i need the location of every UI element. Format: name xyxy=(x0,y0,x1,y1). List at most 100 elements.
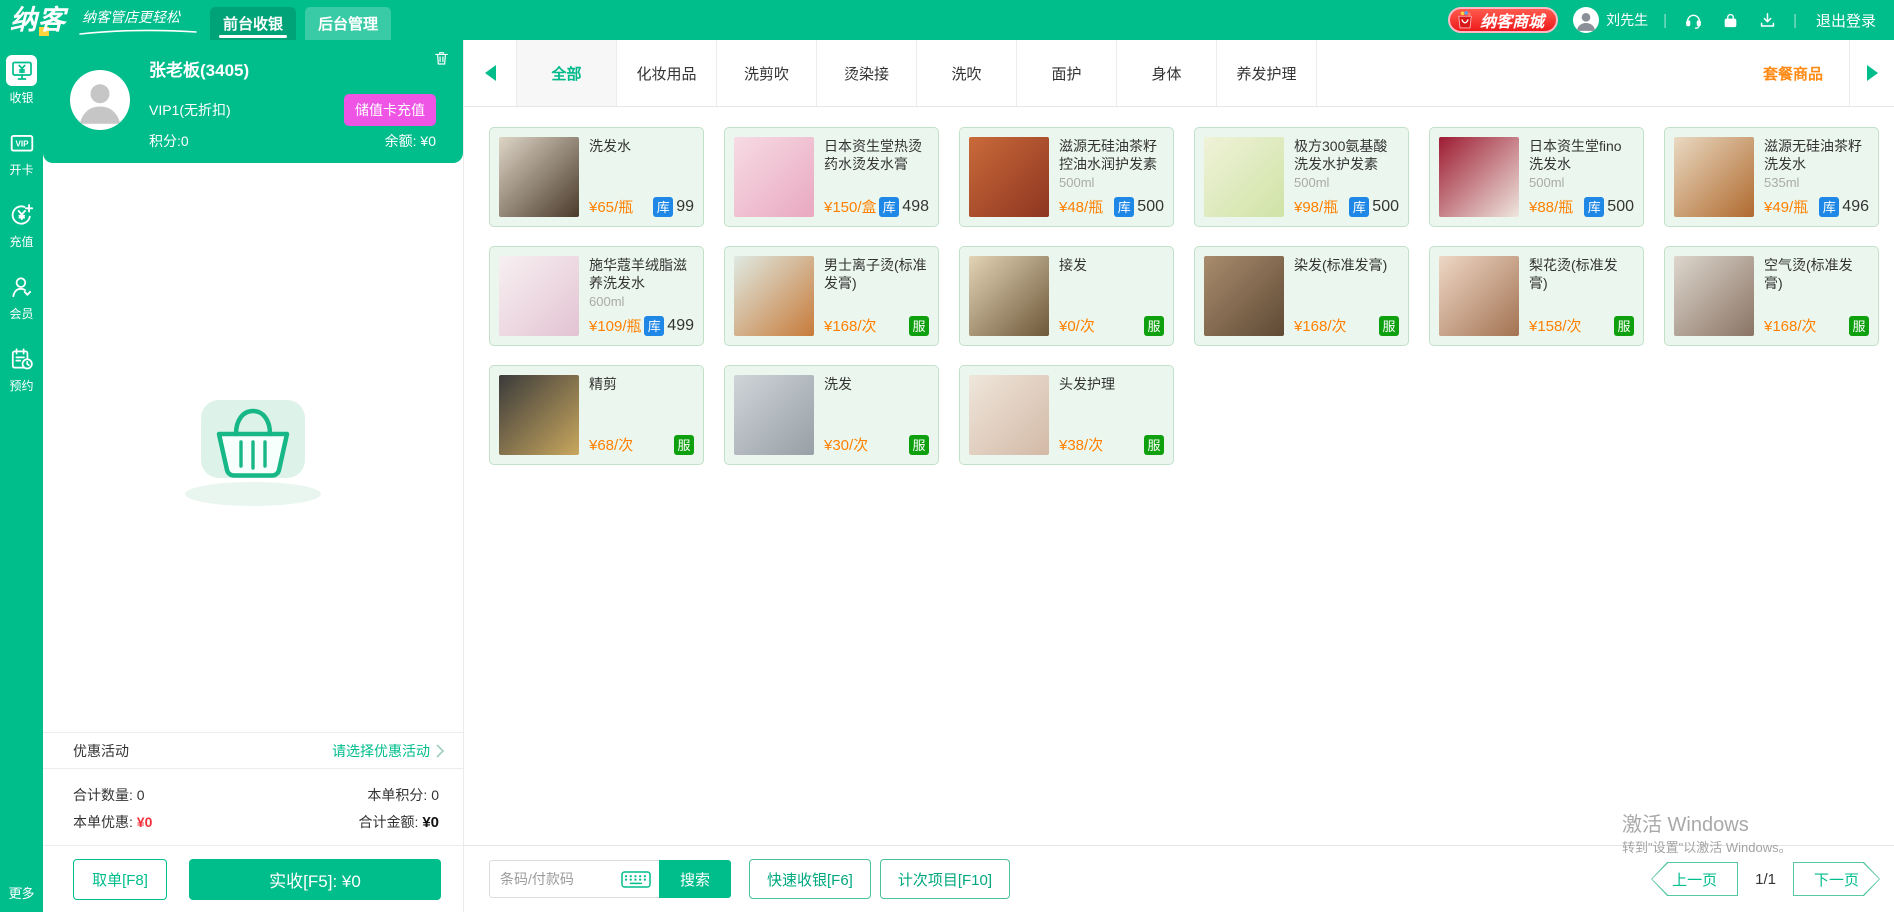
order-actions: 取单[F8] 实收[F5]: ¥0 xyxy=(43,845,463,912)
product-card[interactable]: 染发(标准发膏)¥168/次服 xyxy=(1194,246,1409,346)
product-name: 男士离子烫(标准发膏) xyxy=(824,256,929,292)
product-badge-group: 库496 xyxy=(1819,197,1869,217)
product-name: 梨花烫(标准发膏) xyxy=(1529,256,1634,292)
stock-badge-icon: 库 xyxy=(1349,197,1369,217)
sidebar-item-member[interactable]: 会员 xyxy=(6,271,37,322)
product-image xyxy=(499,137,579,217)
product-price: ¥98/瓶 xyxy=(1294,196,1338,217)
product-info: 男士离子烫(标准发膏) ¥168/次服 xyxy=(824,256,929,336)
product-card[interactable]: 洗发水¥65/瓶库99 xyxy=(489,127,704,227)
stock-badge-icon: 库 xyxy=(879,197,899,217)
product-info: 洗发¥30/次服 xyxy=(824,375,929,455)
current-user[interactable]: 刘先生 xyxy=(1573,7,1648,33)
logout-button[interactable]: 退出登录 xyxy=(1816,10,1876,31)
pay-button[interactable]: 实收[F5]: ¥0 xyxy=(189,859,441,900)
promo-row[interactable]: 优惠活动 请选择优惠活动 xyxy=(43,732,463,769)
lock-icon[interactable] xyxy=(1719,9,1741,31)
product-card[interactable]: 洗发¥30/次服 xyxy=(724,365,939,465)
product-name: 染发(标准发膏) xyxy=(1294,256,1399,274)
product-bottom-row: ¥65/瓶库99 xyxy=(589,196,694,217)
product-badge-group: 服 xyxy=(1144,316,1164,336)
product-card[interactable]: 滋源无硅油茶籽控油水润护发素500ml¥48/瓶库500 xyxy=(959,127,1174,227)
product-card[interactable]: 极方300氨基酸洗发水护发素500ml¥98/瓶库500 xyxy=(1194,127,1409,227)
product-name: 极方300氨基酸洗发水护发素 xyxy=(1294,137,1399,173)
product-card[interactable]: 精剪¥68/次服 xyxy=(489,365,704,465)
customer-service-icon[interactable] xyxy=(1682,9,1704,31)
product-price: ¥49/瓶 xyxy=(1764,196,1808,217)
user-avatar xyxy=(1573,7,1599,33)
service-badge-icon: 服 xyxy=(1144,435,1164,455)
tab-backend-admin[interactable]: 后台管理 xyxy=(305,7,391,40)
category-tab-身体[interactable]: 身体 xyxy=(1116,40,1216,106)
product-card[interactable]: 日本资生堂fino洗发水500ml¥88/瓶库500 xyxy=(1429,127,1644,227)
product-badge-group: 服 xyxy=(674,435,694,455)
download-icon[interactable] xyxy=(1756,9,1778,31)
product-bottom-row: ¥168/次服 xyxy=(1764,315,1869,336)
product-card[interactable]: 头发护理¥38/次服 xyxy=(959,365,1174,465)
category-tab-烫染接[interactable]: 烫染接 xyxy=(816,40,916,106)
category-tab-面护[interactable]: 面护 xyxy=(1016,40,1116,106)
product-card[interactable]: 施华蔻羊绒脂滋养洗发水600ml¥109/瓶库499 xyxy=(489,246,704,346)
sidebar-item-more[interactable]: ... 更多 xyxy=(0,883,43,900)
product-price: ¥65/瓶 xyxy=(589,196,633,217)
product-name: 接发 xyxy=(1059,256,1164,274)
search-button[interactable]: 搜索 xyxy=(659,860,731,898)
customer-level: VIP1(无折扣) xyxy=(149,100,231,120)
product-bottom-row: ¥48/瓶库500 xyxy=(1059,196,1164,217)
product-bottom-row: ¥38/次服 xyxy=(1059,434,1164,455)
vip-card-icon: VIP xyxy=(6,127,37,158)
tab-front-cashier[interactable]: 前台收银 xyxy=(210,7,296,40)
product-info: 滋源无硅油茶籽控油水润护发素500ml¥48/瓶库500 xyxy=(1059,137,1164,217)
category-scroll-left-icon[interactable] xyxy=(464,40,516,106)
category-tabs: 全部化妆用品洗剪吹烫染接洗吹面护身体养发护理 xyxy=(516,40,1316,106)
sidebar-item-appointment[interactable]: 预约 xyxy=(6,343,37,394)
top-bar: 纳客 纳客管店更轻松 前台收银 后台管理 纳客商城 刘先生 xyxy=(0,0,1894,40)
product-card[interactable]: 接发¥0/次服 xyxy=(959,246,1174,346)
sidebar-item-cashier[interactable]: 收银 xyxy=(6,55,37,106)
product-card[interactable]: 空气烫(标准发膏)¥168/次服 xyxy=(1664,246,1879,346)
product-card[interactable]: 男士离子烫(标准发膏) ¥168/次服 xyxy=(724,246,939,346)
product-bottom-row: ¥158/次服 xyxy=(1529,315,1634,336)
stock-count: 499 xyxy=(667,317,694,335)
sidebar-item-recharge[interactable]: 充值 xyxy=(6,199,37,250)
trash-icon[interactable] xyxy=(433,49,450,67)
service-badge-icon: 服 xyxy=(909,435,929,455)
sidebar-item-card[interactable]: VIP开卡 xyxy=(6,127,37,178)
total-qty: 合计数量: 0 xyxy=(73,785,145,805)
product-bottom-row: ¥168/次服 xyxy=(824,315,929,336)
stored-card-recharge-button[interactable]: 储值卡充值 xyxy=(344,94,436,126)
product-badge-group: 服 xyxy=(1614,316,1634,336)
product-spec: 500ml xyxy=(1294,175,1399,190)
empty-basket-icon xyxy=(163,378,343,518)
product-price: ¥109/瓶 xyxy=(589,315,642,336)
count-item-button[interactable]: 计次项目[F10] xyxy=(880,859,1010,899)
brand-slogan: 纳客管店更轻松 xyxy=(82,7,180,33)
category-tab-全部[interactable]: 全部 xyxy=(516,40,616,106)
product-card[interactable]: 滋源无硅油茶籽洗发水535ml¥49/瓶库496 xyxy=(1664,127,1879,227)
customer-balance: 余额: ¥0 xyxy=(385,131,436,151)
product-card[interactable]: 梨花烫(标准发膏) ¥158/次服 xyxy=(1429,246,1644,346)
category-tab-养发护理[interactable]: 养发护理 xyxy=(1216,40,1316,106)
pagination: 上一页 1/1 下一页 xyxy=(1651,862,1880,896)
category-tab-化妆用品[interactable]: 化妆用品 xyxy=(616,40,716,106)
promo-select-link[interactable]: 请选择优惠活动 xyxy=(332,741,445,761)
package-products-link[interactable]: 套餐商品 xyxy=(1763,63,1823,84)
product-bottom-row: ¥68/次服 xyxy=(589,434,694,455)
next-page-button[interactable]: 下一页 xyxy=(1793,862,1880,896)
product-price: ¥168/次 xyxy=(1764,315,1817,336)
hold-order-button[interactable]: 取单[F8] xyxy=(73,859,167,900)
keyboard-icon[interactable] xyxy=(621,871,651,888)
order-points: 本单积分: 0 xyxy=(367,785,439,805)
mall-badge-button[interactable]: 纳客商城 xyxy=(1448,7,1558,33)
category-tab-洗剪吹[interactable]: 洗剪吹 xyxy=(716,40,816,106)
category-scroll-right-icon[interactable] xyxy=(1849,40,1894,106)
prev-page-button[interactable]: 上一页 xyxy=(1651,862,1738,896)
product-image xyxy=(969,375,1049,455)
category-tab-洗吹[interactable]: 洗吹 xyxy=(916,40,1016,106)
quick-cashier-button[interactable]: 快速收银[F6] xyxy=(749,859,871,899)
product-price: ¥168/次 xyxy=(1294,315,1347,336)
slogan-underline-swoosh xyxy=(78,28,198,36)
product-info: 染发(标准发膏)¥168/次服 xyxy=(1294,256,1399,336)
product-card[interactable]: 日本资生堂热烫药水烫发水膏¥150/盒库498 xyxy=(724,127,939,227)
product-badge-group: 库498 xyxy=(879,197,929,217)
